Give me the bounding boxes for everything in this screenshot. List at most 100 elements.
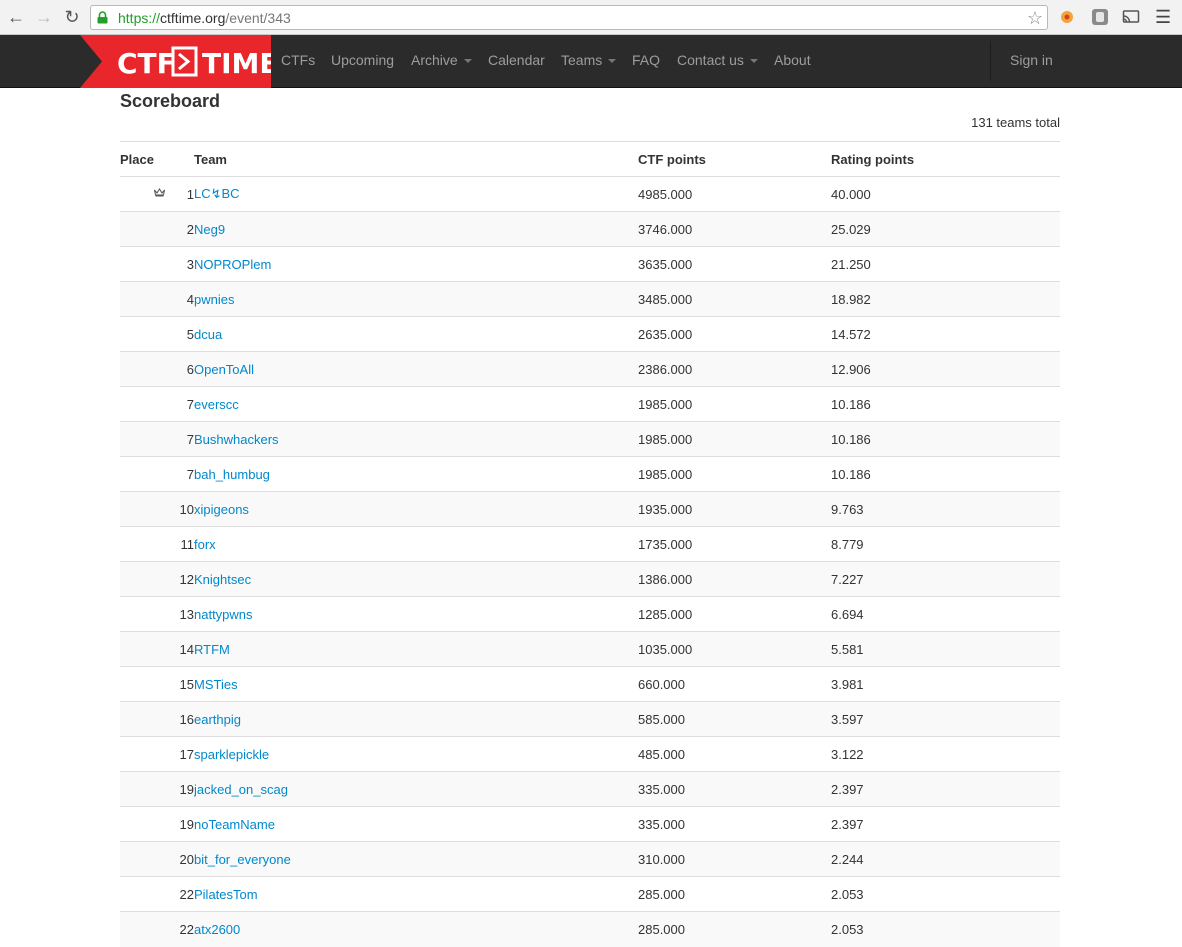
team-cell: jacked_on_scag bbox=[194, 771, 638, 807]
place-value: 20 bbox=[179, 851, 194, 867]
place-value: 3 bbox=[186, 256, 194, 272]
extension-icon[interactable] bbox=[1091, 8, 1109, 26]
rating-points-cell: 21.250 bbox=[831, 246, 1060, 282]
team-cell: MSTies bbox=[194, 666, 638, 702]
nav-upcoming[interactable]: Upcoming bbox=[331, 52, 394, 68]
nav-contact[interactable]: Contact us bbox=[677, 52, 758, 68]
place-cell: 13 bbox=[120, 596, 194, 632]
team-cell: NOPROPlem bbox=[194, 246, 638, 282]
team-link[interactable]: bah_humbug bbox=[194, 467, 270, 482]
forward-arrow-icon[interactable]: → bbox=[33, 6, 55, 28]
team-link[interactable]: LC↯BC bbox=[194, 186, 240, 201]
team-link[interactable]: everscc bbox=[194, 397, 239, 412]
nav-faq[interactable]: FAQ bbox=[632, 52, 660, 68]
nav-teams-label: Teams bbox=[561, 52, 603, 68]
nav-about[interactable]: About bbox=[774, 52, 811, 68]
team-cell: dcua bbox=[194, 316, 638, 352]
place-cell: 11 bbox=[120, 526, 194, 562]
place-cell: 19 bbox=[120, 771, 194, 807]
place-value: 7 bbox=[186, 431, 194, 447]
team-cell: xipigeons bbox=[194, 491, 638, 527]
rating-points-cell: 2.244 bbox=[831, 841, 1060, 877]
url-scheme: https:// bbox=[118, 10, 161, 26]
url-text: https://ctftime.org/event/343 bbox=[118, 10, 291, 26]
nav-teams[interactable]: Teams bbox=[561, 52, 617, 68]
sign-in-link[interactable]: Sign in bbox=[1010, 52, 1053, 68]
bookmark-star-icon[interactable]: ☆ bbox=[1027, 8, 1043, 28]
team-link[interactable]: RTFM bbox=[194, 642, 230, 657]
team-cell: sparklepickle bbox=[194, 736, 638, 772]
team-cell: pwnies bbox=[194, 281, 638, 317]
logo-text-left: CTF bbox=[117, 47, 176, 80]
place-cell: 12 bbox=[120, 561, 194, 597]
place-cell: 5 bbox=[120, 316, 194, 352]
team-link[interactable]: NOPROPlem bbox=[194, 257, 271, 272]
caret-down-icon bbox=[749, 59, 758, 64]
team-cell: atx2600 bbox=[194, 911, 638, 947]
rating-points-cell: 3.597 bbox=[831, 701, 1060, 737]
team-link[interactable]: forx bbox=[194, 537, 216, 552]
place-cell: 22 bbox=[120, 876, 194, 912]
rating-points-cell: 12.906 bbox=[831, 351, 1060, 387]
team-link[interactable]: sparklepickle bbox=[194, 747, 269, 762]
team-link[interactable]: Bushwhackers bbox=[194, 432, 279, 447]
rating-points-cell: 14.572 bbox=[831, 316, 1060, 352]
table-row: 7 Bushwhackers 1985.000 10.186 bbox=[120, 421, 1060, 457]
reload-icon[interactable]: ↻ bbox=[61, 6, 83, 28]
team-link[interactable]: MSTies bbox=[194, 677, 238, 692]
place-value: 16 bbox=[179, 711, 194, 727]
rating-points-cell: 18.982 bbox=[831, 281, 1060, 317]
ctf-points-cell: 335.000 bbox=[638, 806, 831, 842]
ctf-points-cell: 4985.000 bbox=[638, 176, 831, 212]
team-cell: PilatesTom bbox=[194, 876, 638, 912]
address-bar[interactable]: https://ctftime.org/event/343 ☆ bbox=[90, 5, 1048, 30]
team-cell: noTeamName bbox=[194, 806, 638, 842]
nav-about-label: About bbox=[774, 52, 811, 68]
ctf-points-cell: 3635.000 bbox=[638, 246, 831, 282]
caret-down-icon bbox=[463, 59, 472, 64]
place-cell: 3 bbox=[120, 246, 194, 282]
browser-menu-icon[interactable]: ☰ bbox=[1155, 6, 1171, 28]
rating-points-cell: 2.397 bbox=[831, 806, 1060, 842]
team-link[interactable]: xipigeons bbox=[194, 502, 249, 517]
place-cell: 22 bbox=[120, 911, 194, 947]
back-arrow-icon[interactable]: ← bbox=[5, 6, 27, 28]
team-link[interactable]: atx2600 bbox=[194, 922, 240, 937]
rating-points-cell: 6.694 bbox=[831, 596, 1060, 632]
team-link[interactable]: noTeamName bbox=[194, 817, 275, 832]
team-link[interactable]: dcua bbox=[194, 327, 222, 342]
team-cell: Neg9 bbox=[194, 211, 638, 247]
team-link[interactable]: OpenToAll bbox=[194, 362, 254, 377]
team-link[interactable]: pwnies bbox=[194, 292, 234, 307]
place-value: 4 bbox=[186, 291, 194, 307]
nav-ctfs[interactable]: CTFs bbox=[281, 52, 315, 68]
place-value: 12 bbox=[179, 571, 194, 587]
nav-calendar[interactable]: Calendar bbox=[488, 52, 545, 68]
team-link[interactable]: Neg9 bbox=[194, 222, 225, 237]
place-cell: 15 bbox=[120, 666, 194, 702]
team-cell: RTFM bbox=[194, 631, 638, 667]
team-link[interactable]: earthpig bbox=[194, 712, 241, 727]
extension-icon[interactable] bbox=[1058, 8, 1076, 26]
team-link[interactable]: bit_for_everyone bbox=[194, 852, 291, 867]
table-row: 1 LC↯BC 4985.000 40.000 bbox=[120, 176, 1060, 212]
nav-faq-label: FAQ bbox=[632, 52, 661, 68]
place-value: 19 bbox=[179, 816, 194, 832]
cast-icon[interactable] bbox=[1122, 8, 1140, 26]
nav-archive[interactable]: Archive bbox=[411, 52, 472, 68]
place-value: 14 bbox=[179, 641, 194, 657]
team-link[interactable]: jacked_on_scag bbox=[194, 782, 288, 797]
nav-divider bbox=[990, 41, 991, 81]
place-cell: 6 bbox=[120, 351, 194, 387]
place-value: 6 bbox=[186, 361, 194, 377]
team-cell: bah_humbug bbox=[194, 456, 638, 492]
table-row: 14 RTFM 1035.000 5.581 bbox=[120, 631, 1060, 667]
page-title: Scoreboard bbox=[120, 91, 221, 111]
table-row: 19 noTeamName 335.000 2.397 bbox=[120, 806, 1060, 842]
nav-upcoming-label: Upcoming bbox=[331, 52, 395, 68]
ctftime-logo[interactable]: CTF TIME bbox=[80, 35, 271, 88]
team-link[interactable]: Knightsec bbox=[194, 572, 251, 587]
team-link[interactable]: PilatesTom bbox=[194, 887, 258, 902]
team-link[interactable]: nattypwns bbox=[194, 607, 253, 622]
table-row: 6 OpenToAll 2386.000 12.906 bbox=[120, 351, 1060, 387]
